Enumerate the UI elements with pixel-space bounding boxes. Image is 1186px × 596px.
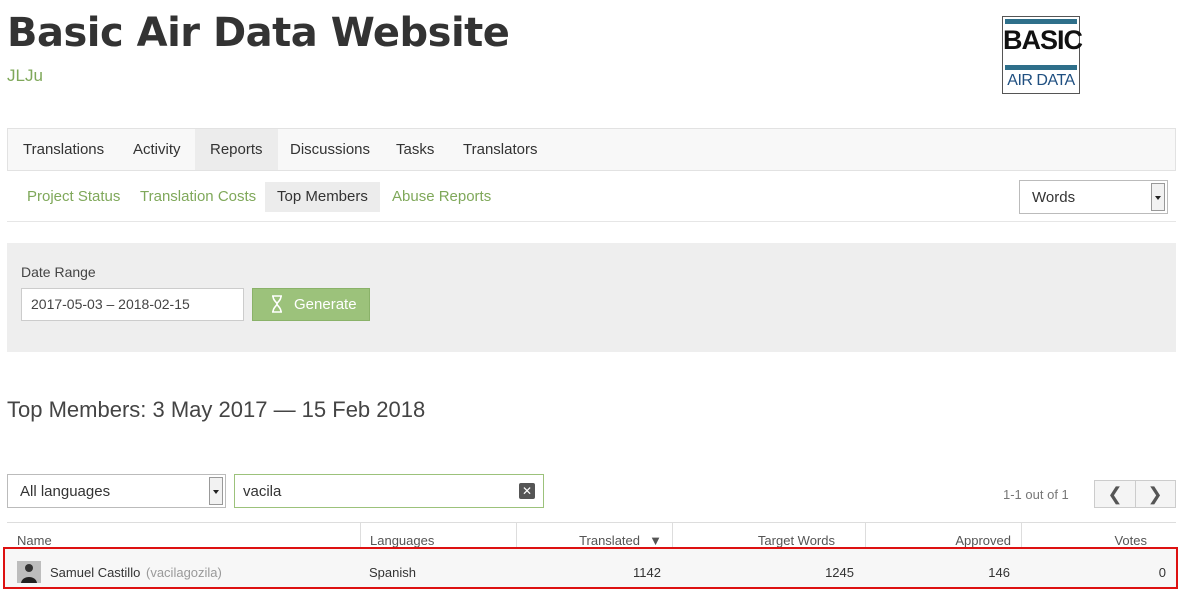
sort-desc-icon: ▼ [649,533,662,548]
clear-icon[interactable]: ✕ [519,483,535,499]
search-input[interactable] [243,481,503,501]
next-page-button[interactable]: ❯ [1135,481,1175,507]
chevron-down-icon [209,477,223,505]
col-translated-header[interactable]: Translated ▼ [516,522,672,548]
hourglass-icon [272,295,282,313]
member-votes: 0 [1158,565,1166,580]
member-languages: Spanish [369,565,416,580]
main-nav: Translations Activity Reports Discussion… [7,128,1176,171]
subnav-translation-costs[interactable]: Translation Costs [128,182,268,212]
page-title: Basic Air Data Website [7,10,510,56]
chevron-down-icon [1151,183,1165,211]
subnav-abuse-reports[interactable]: Abuse Reports [380,182,503,212]
member-approved: 146 [988,565,1010,580]
nav-activity[interactable]: Activity [118,129,196,170]
prev-page-button[interactable]: ❮ [1095,481,1136,507]
date-range-label: Date Range [21,264,96,280]
results-count: 1-1 out of 1 [1003,487,1069,502]
member-target-words: 1245 [825,565,854,580]
col-votes-header[interactable]: Votes [1021,522,1176,548]
language-select[interactable]: All languages [7,474,226,508]
generate-button[interactable]: Generate [252,288,370,321]
nav-translators[interactable]: Translators [448,129,552,170]
project-owner-link[interactable]: JLJu [7,66,43,86]
col-approved-header[interactable]: Approved [865,522,1021,548]
nav-discussions[interactable]: Discussions [275,129,385,170]
date-range-input[interactable]: 2017-05-03 – 2018-02-15 [21,288,244,321]
basic-air-data-logo: BASIC AIR DATA [1002,16,1083,94]
units-select[interactable]: Words [1019,180,1168,214]
nav-translations[interactable]: Translations [8,129,119,170]
nav-tasks[interactable]: Tasks [381,129,449,170]
col-target-words-header[interactable]: Target Words [672,522,865,548]
col-name-header[interactable]: Name [7,522,360,548]
member-translated: 1142 [633,565,661,580]
pagination: ❮ ❯ [1094,480,1176,508]
avatar [17,561,41,583]
member-name[interactable]: Samuel Castillo [50,565,140,580]
report-heading: Top Members: 3 May 2017 — 15 Feb 2018 [7,397,426,422]
member-search: ✕ [234,474,544,508]
reports-sub-nav: Project Status Translation Costs Top Mem… [7,172,1176,222]
member-username: (vacilagozila) [146,565,222,580]
subnav-project-status[interactable]: Project Status [15,182,132,212]
subnav-top-members[interactable]: Top Members [265,182,380,212]
nav-reports[interactable]: Reports [195,129,278,170]
col-languages-header[interactable]: Languages [360,522,516,548]
